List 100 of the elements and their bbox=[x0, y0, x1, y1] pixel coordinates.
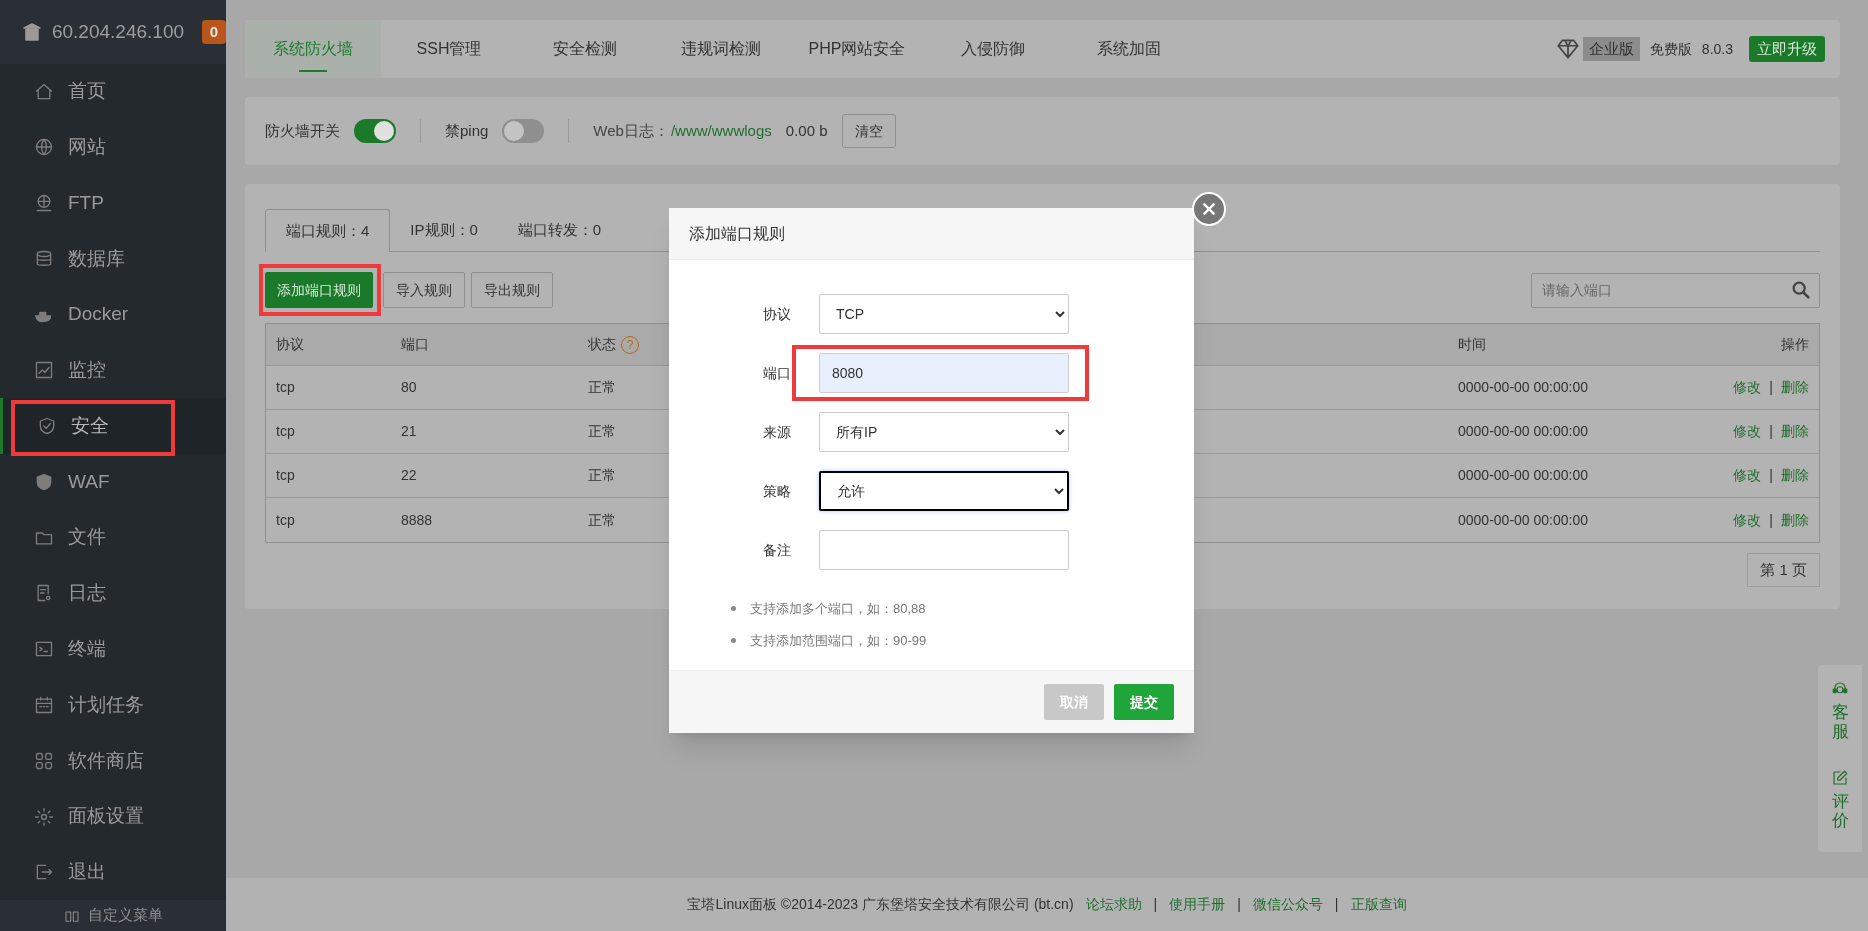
shield-icon bbox=[34, 471, 54, 492]
side-widget-button[interactable]: 评价 bbox=[1831, 769, 1849, 831]
dropdown[interactable]: 允许 bbox=[819, 471, 1069, 511]
action-link[interactable]: 删除 bbox=[1781, 509, 1809, 531]
column-header: 操作 bbox=[1781, 335, 1809, 354]
table-cell: 80 bbox=[401, 379, 417, 395]
tab[interactable]: PHP网站安全 bbox=[789, 20, 925, 78]
table-cell: 正常 bbox=[588, 379, 616, 395]
monitor-chart-icon bbox=[34, 360, 54, 381]
clear-button[interactable]: 清空 bbox=[841, 114, 896, 148]
submit-button[interactable]: 提交 bbox=[1114, 684, 1174, 720]
toggle-switch[interactable] bbox=[354, 119, 396, 143]
ping-label: 禁ping bbox=[445, 120, 489, 141]
sidebar-item[interactable]: 网站 bbox=[0, 119, 226, 176]
table-cell: 正常 bbox=[588, 511, 616, 528]
footer-link[interactable]: 正版查询 bbox=[1350, 894, 1407, 915]
close-icon bbox=[1201, 201, 1217, 217]
side-widget-button[interactable]: 客服 bbox=[1831, 680, 1849, 742]
notification-badge: 0 bbox=[202, 19, 226, 44]
sidebar-item[interactable]: Docker bbox=[0, 286, 226, 343]
link-separator: | bbox=[1769, 378, 1773, 397]
globe-network-icon bbox=[34, 193, 54, 214]
home-icon bbox=[34, 81, 54, 102]
footer-link[interactable]: 使用手册 bbox=[1169, 894, 1226, 915]
action-button[interactable]: 导入规则 bbox=[383, 272, 465, 308]
sidebar-item[interactable]: 软件商店 bbox=[0, 732, 226, 789]
link-separator: | bbox=[1153, 895, 1158, 914]
copyright-text: 宝塔Linux面板 ©2014-2023 广东堡塔安全技术有限公司 (bt.cn) bbox=[687, 895, 1074, 914]
edition-label: 免费版 bbox=[1649, 39, 1692, 59]
column-header: 端口 bbox=[401, 335, 429, 354]
action-link[interactable]: 删除 bbox=[1781, 377, 1809, 398]
tab[interactable]: IP规则：0 bbox=[390, 209, 498, 251]
table-cell: tcp bbox=[276, 511, 295, 528]
sidebar-item[interactable]: 退出 bbox=[0, 844, 226, 901]
tab[interactable]: 安全检测 bbox=[517, 20, 653, 78]
link-separator: | bbox=[1769, 466, 1773, 485]
table-cell: 0000-00-00 00:00:00 bbox=[1458, 423, 1588, 439]
tab[interactable]: 违规词检测 bbox=[653, 20, 789, 78]
input-field[interactable] bbox=[819, 530, 1069, 570]
toggle-switch[interactable] bbox=[502, 119, 545, 143]
table-cell: tcp bbox=[276, 467, 295, 483]
tab[interactable]: 端口转发：0 bbox=[497, 209, 622, 251]
dropdown[interactable]: TCP bbox=[819, 294, 1069, 334]
link-separator: | bbox=[1769, 510, 1773, 530]
sidebar-item[interactable]: FTP bbox=[0, 175, 226, 231]
link-separator: | bbox=[1237, 895, 1241, 914]
footer-link[interactable]: 论坛求助 bbox=[1085, 894, 1142, 915]
search-field[interactable]: 请输入端口 bbox=[1531, 272, 1820, 308]
field-label: 备注 bbox=[763, 540, 792, 560]
shield-check-icon bbox=[37, 416, 57, 437]
sidebar-item[interactable]: 日志 bbox=[0, 565, 226, 622]
table-cell: tcp bbox=[276, 423, 295, 439]
sidebar-item[interactable]: 数据库 bbox=[0, 231, 226, 287]
table-cell: 正常 bbox=[588, 423, 616, 439]
table-cell: 0000-00-00 00:00:00 bbox=[1458, 511, 1588, 528]
tab[interactable]: 系统加固 bbox=[1061, 20, 1197, 78]
table-cell: 正常 bbox=[588, 467, 616, 483]
column-header: 协议 bbox=[276, 335, 304, 354]
sidebar-item[interactable]: WAF bbox=[0, 454, 226, 510]
firewall-label: 防火墙开关 bbox=[265, 120, 340, 141]
link-separator: | bbox=[1334, 895, 1339, 914]
action-link[interactable]: 修改 bbox=[1733, 465, 1762, 486]
sidebar-item[interactable]: 终端 bbox=[0, 621, 226, 678]
page-button[interactable]: 第 1 页 bbox=[1747, 553, 1820, 587]
log-size: 0.00 b bbox=[785, 120, 828, 141]
edition-badge: 企业版 bbox=[1582, 37, 1640, 61]
table-cell: 22 bbox=[401, 467, 417, 483]
field-label: 端口 bbox=[763, 363, 792, 383]
input-field[interactable]: 8080 bbox=[819, 353, 1069, 393]
tab[interactable]: SSH管理 bbox=[381, 20, 517, 78]
table-cell: 0000-00-00 00:00:00 bbox=[1458, 467, 1588, 483]
calendar-icon bbox=[34, 695, 54, 715]
column-header: 时间 bbox=[1458, 335, 1486, 354]
hint-text: 支持添加范围端口，如：90-99 bbox=[750, 631, 927, 650]
tab[interactable]: 端口规则：4 bbox=[265, 209, 391, 252]
table-cell: 21 bbox=[401, 423, 417, 439]
log-label: Web日志： bbox=[593, 120, 669, 141]
field-label: 协议 bbox=[763, 304, 792, 324]
action-button[interactable]: 导出规则 bbox=[471, 272, 553, 308]
table-cell: tcp bbox=[276, 379, 295, 395]
log-path-link[interactable]: /www/wwwlogs bbox=[670, 119, 772, 143]
upgrade-button[interactable]: 立即升级 bbox=[1749, 36, 1825, 62]
footer-link[interactable]: 微信公众号 bbox=[1252, 894, 1323, 915]
dropdown[interactable]: 所有IP bbox=[819, 412, 1069, 452]
bullet-icon bbox=[731, 606, 736, 612]
tab[interactable]: 入侵防御 bbox=[925, 20, 1061, 78]
action-link[interactable]: 修改 bbox=[1733, 377, 1762, 398]
sidebar-item[interactable]: 首页 bbox=[0, 63, 226, 120]
sidebar-item[interactable]: 计划任务 bbox=[0, 677, 226, 733]
sidebar-item[interactable]: 面板设置 bbox=[0, 788, 226, 845]
globe-icon bbox=[34, 137, 54, 158]
action-button[interactable]: 添加端口规则 bbox=[265, 272, 373, 308]
action-link[interactable]: 删除 bbox=[1781, 421, 1809, 442]
hint-text: 支持添加多个端口，如：80,88 bbox=[750, 600, 926, 618]
action-link[interactable]: 删除 bbox=[1781, 465, 1809, 486]
server-address: 60.204.246.100 bbox=[51, 19, 185, 44]
sidebar-item[interactable]: 文件 bbox=[0, 509, 226, 566]
sidebar-item[interactable]: 监控 bbox=[0, 342, 226, 399]
action-link[interactable]: 修改 bbox=[1733, 421, 1762, 442]
action-link[interactable]: 修改 bbox=[1733, 509, 1762, 531]
